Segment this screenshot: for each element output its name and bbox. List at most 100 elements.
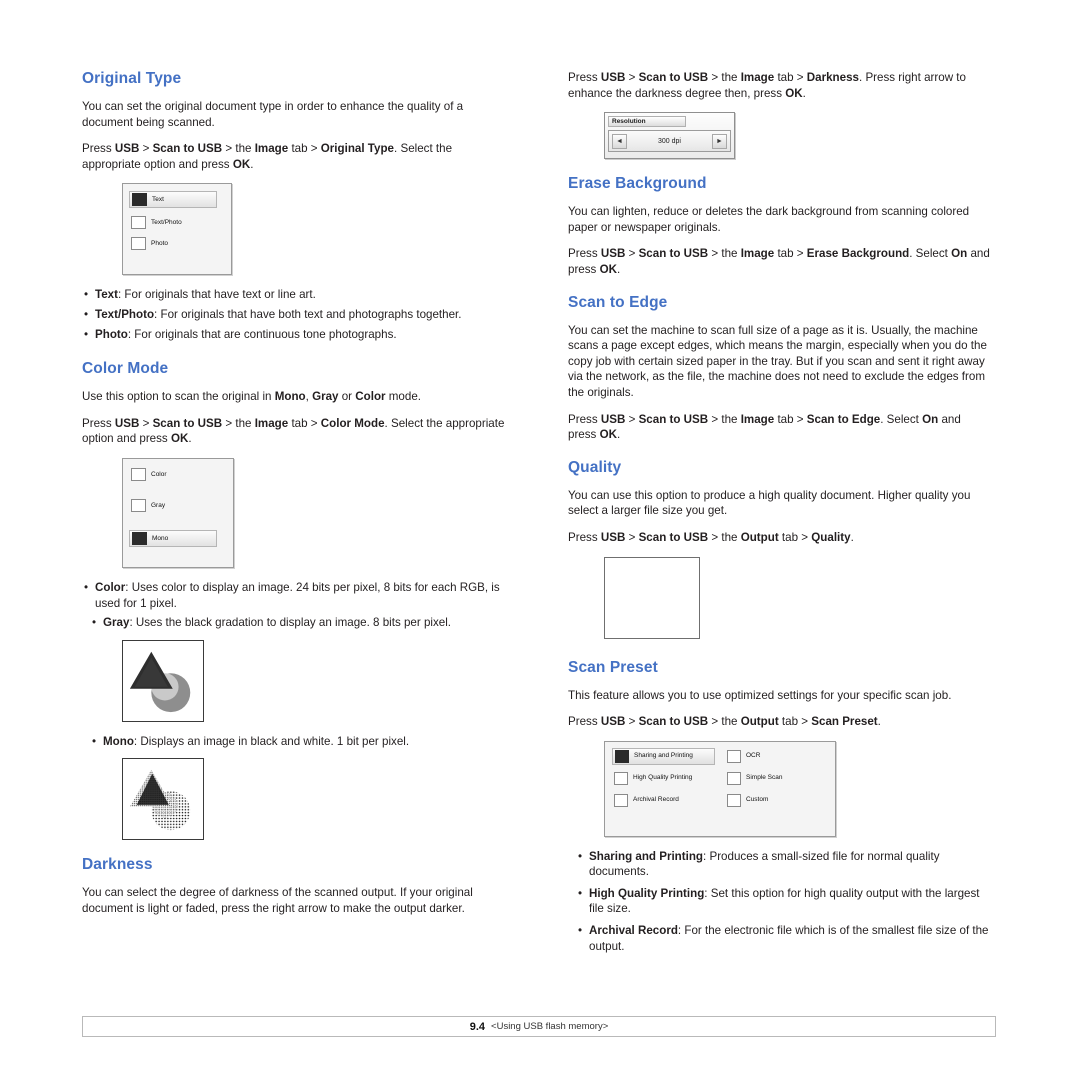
bullet-list: Sharing and Printing: Produces a small-s… bbox=[568, 849, 992, 955]
option-label: Mono bbox=[152, 534, 169, 542]
checkbox-icon bbox=[727, 771, 741, 785]
checkbox-icon bbox=[614, 771, 628, 785]
figure-scan-preset: Sharing and Printing OCR High Quality Pr… bbox=[604, 740, 992, 837]
paragraph: This feature allows you to use optimized… bbox=[568, 688, 952, 702]
bullet-list: Gray: Uses the black gradation to displa… bbox=[82, 615, 506, 631]
checkbox-icon bbox=[131, 237, 146, 251]
footer-chapter: <Using USB flash memory> bbox=[491, 1021, 609, 1032]
section-heading: Quality bbox=[568, 458, 622, 476]
preset-high-quality-printing[interactable]: High Quality Printing bbox=[614, 771, 713, 785]
list-item: Archival Record: For the electronic file… bbox=[568, 923, 992, 954]
section-quality: Quality You can use this option to produ… bbox=[568, 459, 992, 639]
paragraph: Press USB > Scan to USB > the Output tab… bbox=[568, 530, 854, 544]
color-mode-panel: Color Gray Mono bbox=[122, 457, 234, 568]
option-color[interactable]: Color bbox=[131, 467, 225, 481]
preset-label: OCR bbox=[746, 752, 761, 760]
section-erase-background: Erase Background You can lighten, reduce… bbox=[568, 175, 992, 277]
figure-original-type: Text Text/Photo Photo bbox=[122, 183, 506, 276]
checkbox-selected-icon bbox=[132, 531, 147, 545]
left-arrow-icon[interactable]: ◄ bbox=[612, 133, 627, 149]
paragraph: You can lighten, reduce or deletes the d… bbox=[568, 205, 970, 234]
option-label: Text/Photo bbox=[151, 219, 182, 227]
right-arrow-icon[interactable]: ► bbox=[712, 133, 727, 149]
paragraph: You can set the original document type i… bbox=[82, 100, 464, 129]
page-footer: 9.4 <Using USB flash memory> bbox=[82, 1016, 996, 1037]
figure-resolution: Resolution ◄ 300 dpi ► bbox=[604, 112, 992, 160]
option-photo[interactable]: Photo bbox=[131, 237, 223, 251]
paragraph: Use this option to scan the original in … bbox=[82, 390, 421, 404]
preset-label: Archival Record bbox=[633, 796, 679, 804]
bullet-list: Mono: Displays an image in black and whi… bbox=[82, 734, 506, 750]
list-item: Mono: Displays an image in black and whi… bbox=[82, 734, 506, 750]
checkbox-icon bbox=[614, 793, 628, 807]
section-heading: Scan to Edge bbox=[568, 293, 668, 311]
original-type-panel: Text Text/Photo Photo bbox=[122, 183, 232, 276]
section-heading: Darkness bbox=[82, 856, 153, 874]
list-item: Sharing and Printing: Produces a small-s… bbox=[568, 849, 992, 880]
paragraph: Press USB > Scan to USB > the Image tab … bbox=[568, 71, 966, 100]
gray-shapes-illustration bbox=[126, 643, 200, 718]
section-original-type: Original Type You can set the original d… bbox=[82, 70, 506, 342]
paragraph: You can select the degree of darkness of… bbox=[82, 886, 473, 915]
option-mono[interactable]: Mono bbox=[129, 529, 217, 547]
option-text[interactable]: Text bbox=[129, 191, 217, 209]
option-gray[interactable]: Gray bbox=[131, 498, 225, 512]
preset-ocr[interactable]: OCR bbox=[727, 749, 826, 763]
checkbox-icon bbox=[727, 749, 741, 763]
paragraph: You can set the machine to scan full siz… bbox=[568, 323, 987, 399]
section-heading: Original Type bbox=[82, 70, 182, 87]
section-scan-to-edge: Scan to Edge You can set the machine to … bbox=[568, 294, 992, 443]
figure-gray-sample bbox=[122, 639, 506, 722]
checkbox-icon bbox=[131, 467, 146, 481]
document-page: Original Type You can set the original d… bbox=[0, 0, 1080, 1080]
option-label: Text bbox=[152, 196, 164, 204]
section-heading: Color Mode bbox=[82, 360, 169, 378]
checkbox-selected-icon bbox=[132, 193, 147, 207]
section-heading: Erase Background bbox=[568, 175, 707, 193]
mono-sample-image bbox=[122, 758, 204, 841]
paragraph: Press USB > Scan to USB > the Image tab … bbox=[568, 412, 961, 442]
paragraph: Press USB > Scan to USB > the Image tab … bbox=[82, 416, 505, 446]
section-scan-preset: Scan Preset This feature allows you to u… bbox=[568, 659, 992, 955]
paragraph: Press USB > Scan to USB > the Image tab … bbox=[82, 142, 453, 171]
checkbox-icon bbox=[131, 216, 146, 230]
resolution-widget: Resolution ◄ 300 dpi ► bbox=[604, 112, 735, 160]
list-item: Text/Photo: For originals that have both… bbox=[82, 307, 506, 323]
paragraph: Press USB > Scan to USB > the Output tab… bbox=[568, 715, 881, 729]
preset-label: High Quality Printing bbox=[633, 774, 693, 782]
scan-preset-panel: Sharing and Printing OCR High Quality Pr… bbox=[604, 740, 836, 837]
option-label: Gray bbox=[151, 501, 166, 509]
list-item: Photo: For originals that are continuous… bbox=[82, 327, 506, 343]
preset-label: Sharing and Printing bbox=[634, 752, 693, 760]
figure-color-mode: Color Gray Mono bbox=[122, 457, 506, 568]
bullet-list: Text: For originals that have text or li… bbox=[82, 287, 506, 342]
option-label: Photo bbox=[151, 240, 168, 248]
gray-sample-image bbox=[122, 639, 204, 722]
quality-panel-placeholder bbox=[604, 556, 700, 639]
option-text-photo[interactable]: Text/Photo bbox=[131, 216, 223, 230]
figure-quality bbox=[604, 556, 992, 639]
list-item: Text: For originals that have text or li… bbox=[82, 287, 506, 303]
list-item: Color: Uses color to display an image. 2… bbox=[82, 580, 506, 611]
right-column: Press USB > Scan to USB > the Image tab … bbox=[568, 70, 992, 969]
preset-sharing-and-printing[interactable]: Sharing and Printing bbox=[612, 747, 715, 765]
page-number: 9.4 bbox=[469, 1020, 486, 1033]
section-darkness: Darkness You can select the degree of da… bbox=[82, 856, 506, 916]
preset-archival-record[interactable]: Archival Record bbox=[614, 793, 713, 807]
paragraph: Press USB > Scan to USB > the Image tab … bbox=[568, 247, 990, 276]
left-column: Original Type You can set the original d… bbox=[82, 70, 506, 932]
section-color-mode: Color Mode Use this option to scan the o… bbox=[82, 360, 506, 841]
preset-simple-scan[interactable]: Simple Scan bbox=[727, 771, 826, 785]
checkbox-icon bbox=[727, 793, 741, 807]
resolution-title: Resolution bbox=[608, 116, 686, 128]
preset-label: Custom bbox=[746, 796, 769, 804]
list-item: Gray: Uses the black gradation to displa… bbox=[82, 615, 506, 631]
mono-dither-illustration bbox=[126, 762, 200, 837]
option-label: Color bbox=[151, 470, 167, 478]
checkbox-icon bbox=[131, 498, 146, 512]
paragraph: You can use this option to produce a hig… bbox=[568, 488, 971, 518]
resolution-field[interactable]: ◄ 300 dpi ► bbox=[608, 130, 731, 153]
preset-custom[interactable]: Custom bbox=[727, 793, 826, 807]
resolution-value: 300 dpi bbox=[658, 137, 681, 145]
list-item: High Quality Printing: Set this option f… bbox=[568, 886, 992, 917]
